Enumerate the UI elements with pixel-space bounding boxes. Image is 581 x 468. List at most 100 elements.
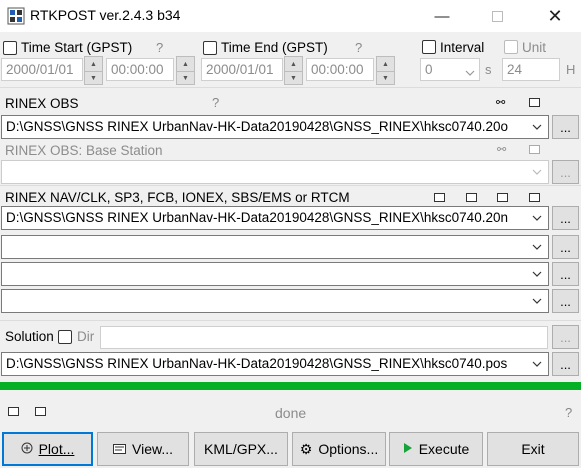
view-button[interactable]: View... — [97, 432, 189, 466]
chevron-down-icon — [527, 354, 547, 374]
rinex-nav-browse-button-3[interactable]: ... — [552, 262, 579, 286]
interval-unit: s — [485, 62, 492, 77]
chevron-down-icon — [527, 208, 547, 228]
interval-value: 0 — [425, 62, 433, 77]
maximize-icon — [491, 10, 503, 22]
chevron-down-icon — [527, 237, 547, 257]
kml-gpx-button-label: KML/GPX... — [204, 441, 278, 457]
rinex-nav-label: RINEX NAV/CLK, SP3, FCB, IONEX, SBS/EMS … — [5, 190, 350, 205]
time-start-date-field[interactable]: 2000/01/01 — [1, 58, 83, 81]
window-title: RTKPOST ver.2.4.3 b34 — [30, 7, 181, 23]
map-icon[interactable]: ⚯ — [497, 143, 506, 156]
edit-icon[interactable] — [434, 193, 445, 202]
rinex-nav-path-1: D:\GNSS\GNSS RINEX UrbanNav-HK-Data20190… — [6, 210, 508, 225]
spin-up-icon: ▲ — [90, 60, 97, 68]
divider — [0, 320, 581, 321]
options-button-label: Options... — [318, 441, 379, 457]
exit-button[interactable]: Exit — [487, 432, 579, 466]
time-end-time-spinner[interactable]: ▲ ▼ — [376, 56, 395, 85]
rinex-nav-combo-3[interactable] — [1, 262, 549, 286]
solution-dir-field[interactable] — [100, 326, 548, 349]
time-start-checkbox[interactable] — [3, 41, 17, 55]
edit-icon[interactable] — [529, 193, 540, 202]
rinex-obs-path: D:\GNSS\GNSS RINEX UrbanNav-HK-Data20190… — [6, 119, 508, 134]
chevron-down-icon — [527, 264, 547, 284]
rinex-obs-combo[interactable]: D:\GNSS\GNSS RINEX UrbanNav-HK-Data20190… — [1, 115, 549, 139]
time-start-help[interactable]: ? — [156, 40, 163, 55]
interval-label: Interval — [440, 40, 485, 55]
solution-path: D:\GNSS\GNSS RINEX UrbanNav-HK-Data20190… — [6, 356, 508, 371]
rinex-nav-combo-4[interactable] — [1, 289, 549, 313]
edit-icon[interactable] — [529, 98, 540, 107]
plot-button[interactable]: Plot... — [2, 432, 93, 466]
time-start-date-spinner[interactable]: ▲ ▼ — [84, 56, 103, 85]
solution-path-combo[interactable]: D:\GNSS\GNSS RINEX UrbanNav-HK-Data20190… — [1, 352, 549, 376]
options-button[interactable]: ⚙ Options... — [292, 432, 386, 466]
rinex-obs-browse-button[interactable]: ... — [552, 115, 579, 139]
rinex-obs-help[interactable]: ? — [212, 95, 219, 110]
rinex-base-browse-button[interactable]: ... — [552, 160, 579, 184]
status-text: done — [275, 405, 307, 421]
rinex-nav-browse-button-1[interactable]: ... — [552, 206, 579, 230]
minimize-button[interactable]: — — [419, 0, 465, 32]
edit-icon[interactable] — [466, 193, 477, 202]
rinex-nav-browse-button-4[interactable]: ... — [552, 289, 579, 313]
spin-up-icon: ▲ — [382, 60, 389, 68]
kml-gpx-button[interactable]: KML/GPX... — [194, 432, 288, 466]
execute-play-icon — [403, 441, 413, 457]
view-button-label: View... — [132, 441, 173, 457]
rinex-nav-combo-2[interactable] — [1, 235, 549, 259]
view-icon — [113, 441, 126, 457]
time-start-label: Time Start (GPST) — [21, 40, 133, 55]
status-icon[interactable] — [8, 407, 19, 416]
unit-label: Unit — [522, 40, 547, 55]
solution-dir-browse-button[interactable]: ... — [552, 325, 579, 349]
rinex-nav-combo-1[interactable]: D:\GNSS\GNSS RINEX UrbanNav-HK-Data20190… — [1, 206, 549, 230]
spin-up-icon: ▲ — [290, 60, 297, 68]
time-end-date-spinner[interactable]: ▲ ▼ — [284, 56, 303, 85]
app-icon — [7, 7, 25, 25]
time-end-time-field[interactable]: 00:00:00 — [306, 58, 374, 81]
time-end-date-field[interactable]: 2000/01/01 — [201, 58, 283, 81]
solution-label: Solution — [5, 329, 54, 344]
spin-down-icon: ▼ — [85, 71, 102, 85]
unit-field[interactable]: 24 — [502, 58, 560, 81]
solution-dir-label: Dir — [77, 329, 95, 344]
execute-button[interactable]: Execute — [389, 432, 483, 466]
spin-up-icon: ▲ — [182, 60, 189, 68]
spin-down-icon: ▼ — [177, 71, 194, 85]
interval-checkbox[interactable] — [422, 40, 436, 54]
edit-icon[interactable] — [497, 193, 508, 202]
progress-bar — [0, 382, 581, 390]
unit-hour-label: H — [566, 62, 576, 77]
time-end-help[interactable]: ? — [355, 40, 362, 55]
title-bar: RTKPOST ver.2.4.3 b34 — ✕ — [0, 0, 581, 32]
chevron-down-icon — [527, 117, 547, 137]
rinex-base-label: RINEX OBS: Base Station — [5, 143, 163, 158]
divider — [0, 87, 581, 88]
unit-checkbox[interactable] — [504, 40, 518, 54]
close-icon: ✕ — [547, 5, 563, 26]
spin-down-icon: ▼ — [285, 71, 302, 85]
rinex-obs-label: RINEX OBS — [5, 96, 79, 111]
time-start-time-field[interactable]: 00:00:00 — [106, 58, 174, 81]
plot-icon — [21, 441, 33, 457]
rinex-nav-browse-button-2[interactable]: ... — [552, 235, 579, 259]
chevron-down-icon — [465, 64, 475, 79]
time-start-time-spinner[interactable]: ▲ ▼ — [176, 56, 195, 85]
minimize-icon: — — [434, 7, 450, 25]
solution-browse-button[interactable]: ... — [552, 352, 579, 376]
maximize-button[interactable] — [474, 0, 520, 32]
rinex-base-combo[interactable] — [1, 160, 549, 184]
solution-dir-checkbox[interactable] — [58, 330, 72, 344]
interval-select[interactable]: 0 — [420, 58, 480, 81]
status-help[interactable]: ? — [565, 405, 572, 420]
map-icon[interactable]: ⚯ — [496, 96, 505, 109]
time-end-checkbox[interactable] — [203, 41, 217, 55]
exit-button-label: Exit — [521, 441, 545, 457]
execute-button-label: Execute — [418, 441, 470, 457]
edit-icon[interactable] — [529, 145, 540, 154]
status-icon[interactable] — [35, 407, 46, 416]
spin-down-icon: ▼ — [377, 71, 394, 85]
close-button[interactable]: ✕ — [532, 0, 578, 32]
